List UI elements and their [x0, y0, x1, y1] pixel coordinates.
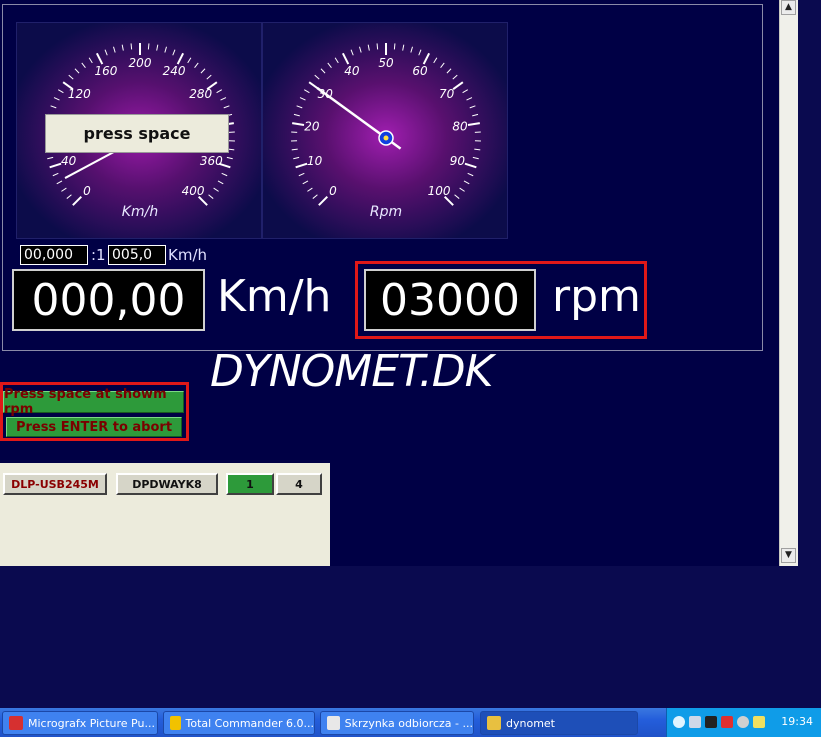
rpm-gauge-label: 90: [450, 154, 466, 168]
mail-icon: [327, 716, 340, 730]
ratio-separator: :1: [91, 246, 106, 264]
scroll-down-arrow-icon[interactable]: ▼: [781, 548, 796, 563]
app-window: 04080120160200240280320360400 Km/h 01020…: [0, 0, 798, 566]
taskbar-item-label: Skrzynka odbiorcza - ...: [344, 716, 473, 730]
tray-status-icon[interactable]: [753, 716, 765, 728]
tray-app-icon[interactable]: [705, 716, 717, 728]
scroll-up-arrow-icon[interactable]: ▲: [781, 0, 796, 15]
taskbar-item-total-commander[interactable]: Total Commander 6.0...: [163, 711, 315, 735]
network-icon[interactable]: [689, 716, 701, 728]
dynomet-app-icon: [487, 716, 501, 730]
clock: 19:34: [781, 715, 813, 728]
security-shield-icon[interactable]: [721, 716, 733, 728]
floppy-disk-icon: [170, 716, 181, 730]
speed-gauge-label: 0: [83, 184, 91, 198]
speed-gauge-tick: [147, 43, 150, 50]
micrografx-icon: [9, 716, 23, 730]
taskbar: Micrografx Picture Pu... Total Commander…: [0, 708, 821, 737]
ratio-unit: Km/h: [168, 246, 208, 264]
speed-readout-unit: Km/h: [217, 271, 332, 322]
action-button-frame: Press space at showm rpm Press ENTER to …: [0, 382, 189, 441]
speed-gauge-unit: Km/h: [122, 204, 158, 220]
rpm-gauge-label: 10: [307, 154, 323, 168]
speed-gauge-tick: [130, 43, 133, 50]
tray-arrow-icon[interactable]: [673, 716, 685, 728]
rpm-gauge: 0102030405060708090100 Rpm: [262, 22, 508, 239]
taskbar-item-label: Micrografx Picture Pu...: [28, 716, 155, 730]
device-usb-button[interactable]: DLP-USB245M: [3, 473, 107, 495]
rpm-gauge-tick: [393, 43, 396, 50]
ratio-left-field[interactable]: 00,000: [20, 245, 88, 265]
rpm-gauge-tick: [376, 43, 379, 50]
channel-1-button[interactable]: 1: [226, 473, 274, 495]
rpm-gauge-label: 40: [344, 64, 360, 78]
system-tray: 19:34: [666, 708, 821, 737]
speed-gauge-label: 360: [200, 154, 223, 168]
speed-gauge-label: 200: [129, 56, 152, 70]
speed-gauge-label: 160: [94, 64, 117, 78]
speaker-icon[interactable]: [737, 716, 749, 728]
taskbar-item-inbox[interactable]: Skrzynka odbiorcza - ...: [320, 711, 474, 735]
brand-title: DYNOMET.DK: [210, 346, 493, 397]
rpm-readout-unit: rpm: [552, 271, 641, 322]
taskbar-item-label: dynomet: [506, 716, 555, 730]
rpm-gauge-label: 20: [304, 119, 320, 133]
ratio-right-field[interactable]: 005,0: [108, 245, 166, 265]
speed-gauge-label: 280: [189, 87, 212, 101]
speed-readout: 000,00: [12, 269, 205, 331]
rpm-readout-frame: 03000 rpm: [355, 261, 647, 339]
device-id-button[interactable]: DPDWAYK8: [116, 473, 218, 495]
rpm-gauge-label: 60: [412, 64, 428, 78]
rpm-gauge-label: 50: [378, 56, 394, 70]
vertical-scrollbar[interactable]: ▲ ▼: [779, 0, 798, 566]
rpm-needle-hub-center: [383, 135, 389, 141]
rpm-gauge-svg: 0102030405060708090100 Rpm: [263, 23, 507, 238]
rpm-gauge-unit: Rpm: [370, 204, 402, 220]
taskbar-item-dynomet[interactable]: dynomet: [480, 711, 638, 735]
channel-4-button[interactable]: 4: [276, 473, 322, 495]
abort-button[interactable]: Press ENTER to abort: [6, 417, 182, 437]
taskbar-item-micrografx[interactable]: Micrografx Picture Pu...: [2, 711, 158, 735]
rpm-readout: 03000: [364, 269, 536, 331]
speed-gauge-label: 240: [163, 64, 186, 78]
rpm-gauge-label: 80: [452, 119, 468, 133]
speed-gauge-label: 40: [61, 154, 77, 168]
press-space-button[interactable]: Press space at showm rpm: [3, 387, 184, 417]
device-panel: DLP-USB245M DPDWAYK8 1 4: [0, 463, 330, 566]
rpm-gauge-label: 70: [439, 87, 455, 101]
taskbar-item-label: Total Commander 6.0...: [185, 716, 315, 730]
rpm-gauge-label: 0: [329, 184, 337, 198]
speed-gauge-label: 120: [68, 87, 91, 101]
speed-gauge-label: 400: [182, 184, 205, 198]
rpm-gauge-label: 100: [428, 184, 451, 198]
press-space-label: press space: [45, 114, 229, 153]
